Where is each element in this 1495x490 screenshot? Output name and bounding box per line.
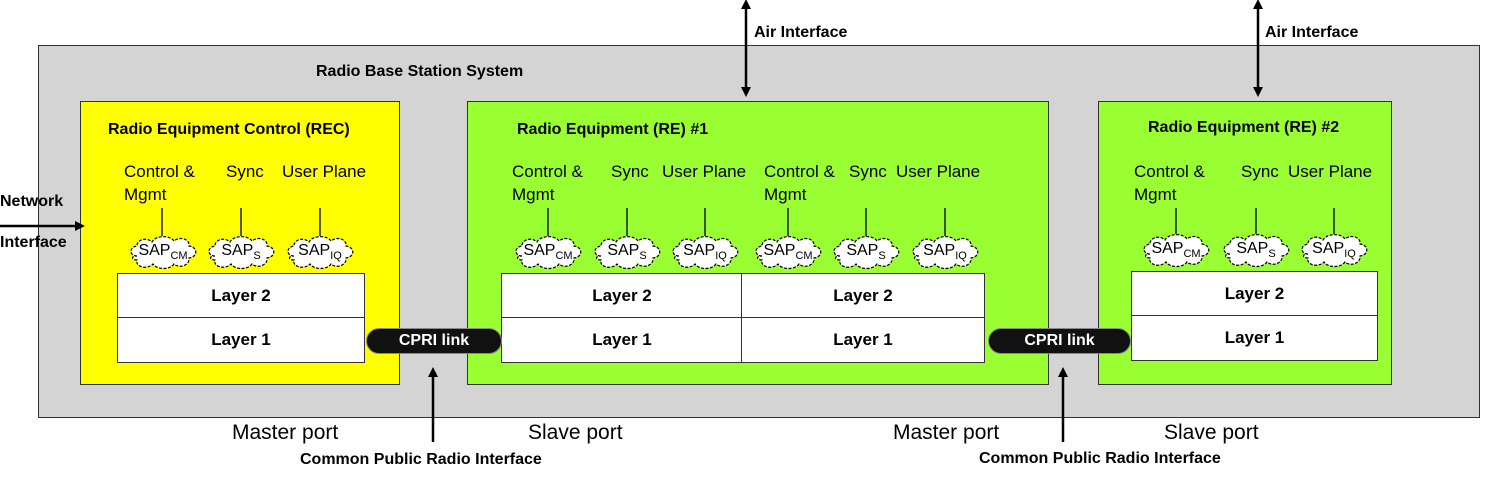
master-port-label-2: Master port (893, 421, 1000, 444)
slave-port-label-2: Slave port (1164, 421, 1259, 444)
cpri-interface-label-1: Common Public Radio Interface (300, 451, 542, 468)
slave-port-label-1: Slave port (528, 421, 623, 444)
cpri-interface-label-2: Common Public Radio Interface (979, 450, 1221, 467)
connector-lines (0, 0, 1335, 442)
master-port-label-1: Master port (232, 421, 339, 444)
